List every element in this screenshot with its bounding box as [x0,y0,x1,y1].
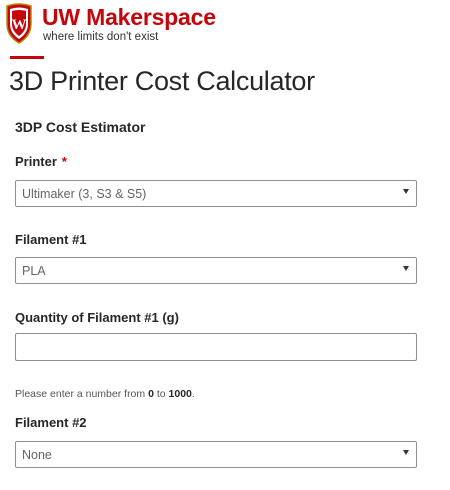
page: W UW Makerspace where limits don't exist… [0,0,450,490]
filament2-select-value: None [22,447,52,462]
chevron-down-icon [403,450,409,455]
chevron-down-icon [403,189,409,194]
printer-select-value: Ultimaker (3, S3 & S5) [22,186,147,201]
filament1-select[interactable]: PLA [15,257,417,284]
filament2-select[interactable]: None [15,441,417,468]
form-heading: 3DP Cost Estimator [15,119,146,135]
filament2-label: Filament #2 [15,415,87,430]
brand-tagline: where limits don't exist [43,31,159,43]
quantity1-help-text: Please enter a number from 0 to 1000. [15,387,195,401]
printer-select[interactable]: Ultimaker (3, S3 & S5) [15,180,417,207]
filament1-label: Filament #1 [15,232,87,247]
title-accent-rule [10,56,44,59]
help-max: 1000 [168,388,192,400]
brand-title[interactable]: UW Makerspace [42,5,216,29]
brand[interactable]: UW Makerspace where limits don't exist [42,5,216,44]
printer-label-text: Printer [15,154,57,169]
help-prefix: Please enter a number from [15,388,149,400]
site-header: W UW Makerspace where limits don't exist [4,2,216,46]
quantity1-label: Quantity of Filament #1 (g) [15,310,179,325]
quantity1-input[interactable] [15,333,417,361]
crest-letter: W [12,17,27,33]
filament1-select-value: PLA [22,263,46,278]
help-mid: to [153,388,169,400]
printer-label: Printer * [15,154,67,170]
required-mark: * [61,154,67,169]
help-suffix: . [191,388,195,400]
page-title: 3D Printer Cost Calculator [9,66,315,96]
uw-crest-icon[interactable]: W [4,2,34,44]
chevron-down-icon [403,266,409,271]
